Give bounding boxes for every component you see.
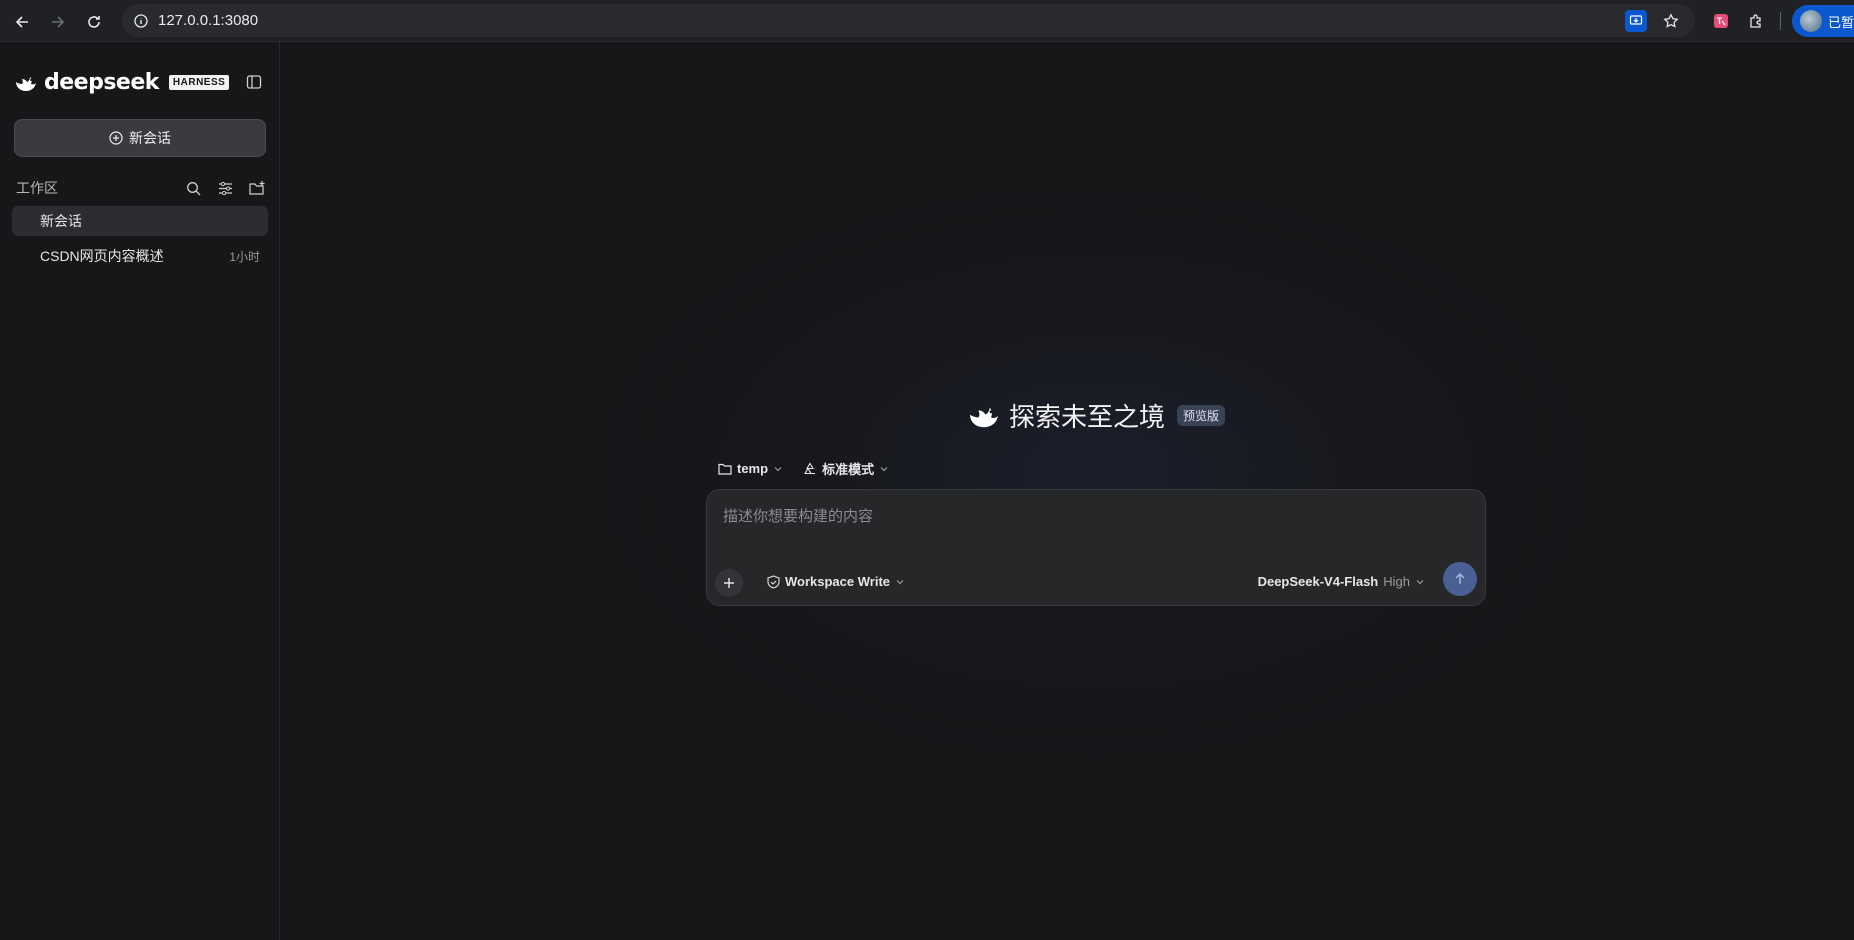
chevron-down-icon xyxy=(879,464,889,474)
chat-list-item[interactable]: CSDN网页内容概述 1小时 xyxy=(12,241,268,271)
chat-list-item[interactable]: 新会话 xyxy=(12,206,268,236)
prompt-input[interactable] xyxy=(723,504,1463,528)
chevron-down-icon xyxy=(1415,577,1425,587)
sidebar-toggle-icon[interactable] xyxy=(242,70,266,94)
chat-time: 1小时 xyxy=(229,249,260,264)
profile-button[interactable]: 已暂停 xyxy=(1792,5,1854,37)
preview-badge: 预览版 xyxy=(1177,405,1226,426)
install-app-icon[interactable] xyxy=(1625,10,1647,32)
new-chat-button[interactable]: 新会话 xyxy=(14,119,266,157)
page-title: 探索未至之境 xyxy=(1009,403,1166,433)
effort-level: High xyxy=(1383,574,1410,589)
mode-selector-label: 标准模式 xyxy=(822,462,875,477)
extensions-puzzle-icon[interactable] xyxy=(1745,10,1767,32)
attach-button[interactable] xyxy=(715,569,743,597)
url-text[interactable]: 127.0.0.1:3080 xyxy=(158,12,258,29)
chat-title: 新会话 xyxy=(40,213,82,229)
mode-selector[interactable]: 标准模式 xyxy=(803,459,889,478)
main-panel: 探索未至之境 预览版 temp 标准模式 描述你想要构建的内容 Workspac… xyxy=(281,42,1854,940)
shield-icon xyxy=(767,574,780,589)
new-folder-icon[interactable] xyxy=(248,179,266,197)
reload-icon[interactable] xyxy=(82,10,106,34)
brand-logo: deepseek HARNESS xyxy=(14,70,230,95)
model-name: DeepSeek-V4-Flash xyxy=(1257,574,1379,589)
workspace-header: 工作区 xyxy=(16,176,266,200)
arrow-up-icon xyxy=(1453,572,1467,586)
plus-circle-icon xyxy=(109,131,123,145)
folder-selector[interactable]: temp xyxy=(718,461,783,476)
whale-logo-icon xyxy=(967,402,1001,430)
browser-toolbar: 127.0.0.1:3080 已暂停 xyxy=(0,0,1854,42)
hero-heading: 探索未至之境 预览版 xyxy=(967,397,1226,434)
plus-icon xyxy=(723,577,735,589)
search-icon[interactable] xyxy=(184,179,202,197)
site-info-icon[interactable] xyxy=(130,10,152,32)
new-chat-label: 新会话 xyxy=(129,130,171,146)
permission-label: Workspace Write xyxy=(785,574,891,589)
sidebar: deepseek HARNESS 新会话 工作区 temp 新会 xyxy=(0,42,280,940)
avatar xyxy=(1800,10,1822,32)
folder-icon xyxy=(718,463,732,475)
chat-title: CSDN网页内容概述 xyxy=(40,248,164,264)
forward-arrow-icon[interactable] xyxy=(46,10,70,34)
recycle-icon xyxy=(803,461,817,476)
workspace-label: 工作区 xyxy=(16,180,58,196)
whale-logo-icon xyxy=(14,73,38,93)
profile-label: 已暂停 xyxy=(1828,14,1854,30)
brand-badge: HARNESS xyxy=(168,75,230,90)
back-arrow-icon[interactable] xyxy=(10,10,34,34)
filter-sliders-icon[interactable] xyxy=(216,179,234,197)
permission-selector[interactable]: Workspace Write xyxy=(767,574,905,589)
address-bar[interactable]: 127.0.0.1:3080 xyxy=(122,4,1695,37)
model-selector[interactable]: DeepSeek-V4-Flash High xyxy=(1258,574,1425,589)
send-button[interactable] xyxy=(1443,562,1477,596)
toolbar-divider xyxy=(1780,12,1781,30)
folder-selector-label: temp xyxy=(737,461,769,476)
prompt-composer: Workspace Write DeepSeek-V4-Flash High xyxy=(706,489,1486,606)
context-selectors: temp 标准模式 xyxy=(718,459,889,478)
translate-extension-icon[interactable] xyxy=(1710,10,1732,32)
bookmark-star-icon[interactable] xyxy=(1660,10,1682,32)
chevron-down-icon xyxy=(895,577,905,587)
brand-name: deepseek xyxy=(44,70,159,95)
chevron-down-icon xyxy=(773,464,783,474)
